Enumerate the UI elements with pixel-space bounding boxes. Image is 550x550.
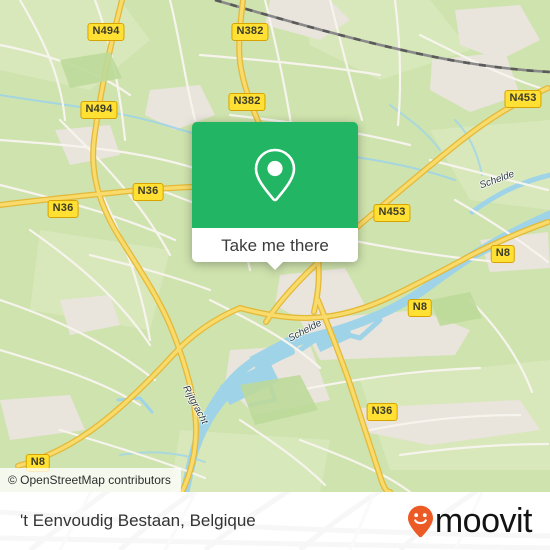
road-shield: N494 xyxy=(87,23,125,41)
callout-tail xyxy=(266,261,284,270)
moovit-smiley-pin-icon xyxy=(407,505,433,537)
callout-footer[interactable]: Take me there xyxy=(192,228,358,270)
bottom-bar: 't Eenvoudig Bestaan, Belgique moovit xyxy=(0,492,550,550)
map-attribution[interactable]: © OpenStreetMap contributors xyxy=(0,468,181,492)
road-shield: N382 xyxy=(231,23,269,41)
road-shield: N453 xyxy=(504,90,542,108)
callout-body xyxy=(192,122,358,228)
road-shield: N453 xyxy=(373,204,411,222)
place-name: 't Eenvoudig Bestaan, Belgique xyxy=(20,511,256,530)
moovit-location-card: N494 N382 N494 N382 N453 N36 N36 N453 N8… xyxy=(0,0,550,550)
attribution-text: © OpenStreetMap contributors xyxy=(8,473,171,487)
road-shield: N36 xyxy=(366,403,398,421)
moovit-wordmark: moovit xyxy=(434,502,533,540)
map-viewport[interactable]: N494 N382 N494 N382 N453 N36 N36 N453 N8… xyxy=(0,0,550,492)
moovit-brand: moovit xyxy=(407,502,533,540)
road-shield: N8 xyxy=(407,299,433,317)
road-shield: N494 xyxy=(80,101,118,119)
road-shield: N36 xyxy=(47,200,79,218)
location-callout[interactable]: Take me there xyxy=(192,122,358,270)
road-shield: N382 xyxy=(228,93,266,111)
take-me-there-label: Take me there xyxy=(221,235,329,255)
map-pin-icon xyxy=(254,148,296,202)
road-shield: N36 xyxy=(132,183,164,201)
road-shield: N8 xyxy=(490,245,516,263)
